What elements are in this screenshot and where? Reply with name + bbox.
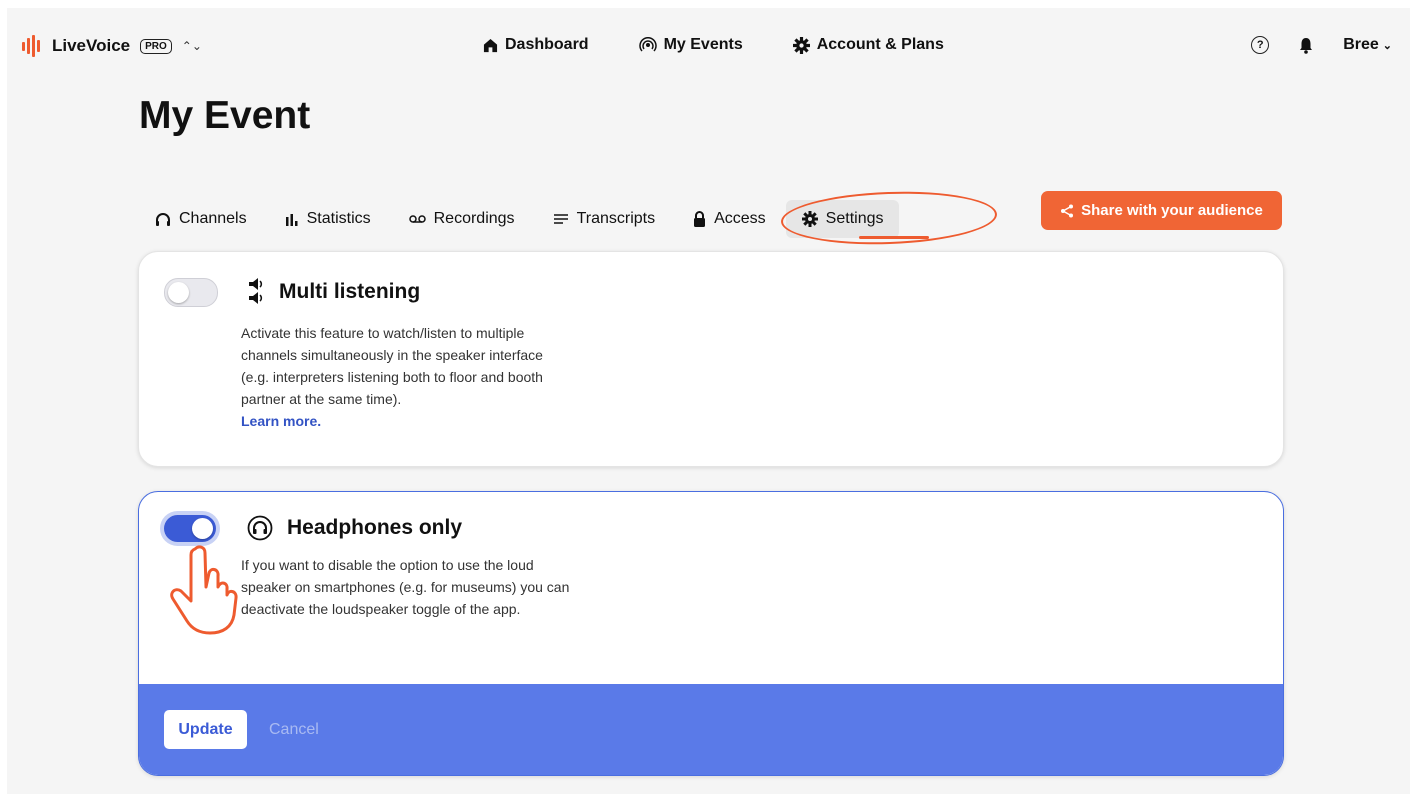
headphones-only-toggle[interactable]: [164, 515, 216, 542]
question-circle-icon[interactable]: ?: [1251, 36, 1270, 54]
page-title: My Event: [139, 94, 311, 137]
lock-icon: [694, 211, 706, 227]
top-navigation: LiveVoice PRO ⌃⌄ Dashboard My Events Acc…: [7, 8, 1410, 84]
settings-highlight-underline: [859, 236, 929, 239]
tab-statistics[interactable]: Statistics: [285, 200, 371, 238]
headphones-only-title: Headphones only: [287, 516, 463, 539]
cancel-button[interactable]: Cancel: [263, 710, 325, 749]
tab-transcripts-label: Transcripts: [576, 210, 656, 227]
user-name: Bree: [1343, 36, 1379, 53]
nav-account-plans-label: Account & Plans: [816, 36, 944, 53]
lines-icon: [553, 214, 568, 224]
share-icon: [1061, 204, 1074, 217]
main-nav: Dashboard My Events Account & Plans: [483, 36, 944, 54]
multi-listening-card: Multi listening Activate this feature to…: [138, 251, 1284, 467]
tab-recordings-label: Recordings: [433, 210, 515, 227]
nav-account-plans[interactable]: Account & Plans: [792, 36, 944, 54]
bell-icon[interactable]: [1299, 37, 1313, 54]
chevron-down-icon: ⌄: [1382, 39, 1392, 52]
tab-statistics-label: Statistics: [306, 210, 371, 227]
tab-channels-label: Channels: [179, 210, 247, 227]
update-button[interactable]: Update: [164, 710, 247, 749]
plan-badge: PRO: [140, 38, 172, 54]
headphones-circle-icon: [247, 515, 273, 541]
app-frame: LiveVoice PRO ⌃⌄ Dashboard My Events Acc…: [7, 8, 1410, 794]
headphones-only-header: Headphones only: [247, 515, 462, 541]
nav-my-events-label: My Events: [663, 36, 743, 53]
tab-access-label: Access: [714, 210, 766, 227]
learn-more-link[interactable]: Learn more.: [241, 410, 571, 432]
multi-listening-description: Activate this feature to watch/listen to…: [241, 322, 571, 432]
hand-pointer-icon: [170, 545, 238, 635]
audio-bars-icon: [22, 34, 44, 58]
toggle-knob: [192, 518, 213, 539]
voicemail-icon: [408, 215, 426, 223]
broadcast-icon: [638, 37, 657, 52]
home-icon: [483, 38, 498, 52]
app-name: LiveVoice: [52, 36, 131, 55]
tab-access[interactable]: Access: [693, 200, 766, 238]
nav-dashboard[interactable]: Dashboard: [483, 36, 589, 54]
switch-arrows-icon[interactable]: ⌃⌄: [182, 39, 202, 53]
multi-listening-toggle[interactable]: [164, 278, 218, 307]
app-logo[interactable]: LiveVoice PRO ⌃⌄: [22, 34, 202, 58]
share-button[interactable]: Share with your audience: [1041, 191, 1282, 230]
tab-transcripts[interactable]: Transcripts: [553, 200, 656, 238]
multi-listening-title: Multi listening: [279, 280, 421, 303]
card-footer: Update Cancel: [139, 684, 1283, 775]
multi-listening-header: Multi listening: [247, 278, 420, 306]
tab-channels[interactable]: Channels: [155, 200, 247, 238]
bar-chart-icon: [285, 213, 298, 226]
multi-listening-text: Activate this feature to watch/listen to…: [241, 325, 543, 407]
nav-my-events[interactable]: My Events: [638, 36, 743, 54]
share-button-label: Share with your audience: [1081, 202, 1263, 219]
headphones-only-description: If you want to disable the option to use…: [241, 557, 570, 617]
toggle-knob: [168, 282, 189, 303]
headphones-only-card: Headphones only If you want to disable t…: [138, 491, 1284, 776]
nav-dashboard-label: Dashboard: [505, 36, 589, 53]
speakers-icon: [249, 278, 263, 304]
tab-recordings[interactable]: Recordings: [408, 200, 515, 238]
user-menu[interactable]: Bree ⌄: [1343, 36, 1392, 54]
nav-right: ? Bree ⌄: [1251, 36, 1392, 54]
gear-icon: [792, 36, 810, 54]
headphones-icon: [156, 212, 170, 226]
